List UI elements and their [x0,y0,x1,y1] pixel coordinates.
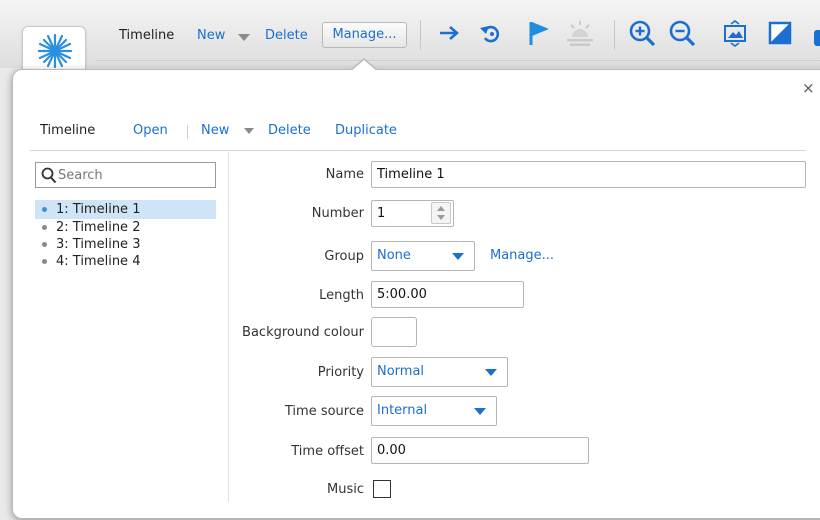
spin-down-icon[interactable] [437,215,445,220]
timeline-list: 1: Timeline 1 2: Timeline 2 3: Timeline … [35,200,216,270]
chevron-down-icon [452,253,464,260]
length-label: Length [319,288,364,303]
toolbar-separator [420,20,421,50]
timeline-item-label: 2: Timeline 2 [56,220,141,235]
bullet-icon [42,259,47,264]
bullet-icon [42,242,47,247]
time-source-select[interactable]: Internal [371,396,497,426]
timeline-item-label: 4: Timeline 4 [56,254,141,269]
sidebar-divider [228,152,229,502]
timeline-item-label: 1: Timeline 1 [56,202,141,217]
timeline-list-item[interactable]: 4: Timeline 4 [35,253,216,270]
timeline-list-item[interactable]: 1: Timeline 1 [35,200,216,219]
group-manage-link[interactable]: Manage... [490,248,554,264]
popup-menu-title: Timeline [40,123,96,138]
duplicate-button[interactable]: Duplicate [335,123,397,139]
bullet-icon [42,207,47,212]
timeline-list-item[interactable]: 2: Timeline 2 [35,219,216,236]
toolbar-manage-button[interactable]: Manage... [322,22,407,48]
toolbar-separator [614,20,615,50]
new-dropdown-icon[interactable] [244,128,254,134]
rotate-left-icon[interactable] [476,18,506,48]
toolbar-section-label: Timeline [119,28,175,43]
background-colour-swatch[interactable] [371,317,417,347]
number-spin-buttons[interactable] [431,202,451,224]
search-box[interactable] [35,162,216,188]
toolbar-delete-button[interactable]: Delete [265,28,308,44]
flag-icon[interactable] [524,18,554,48]
zoom-in-icon[interactable] [627,18,659,50]
group-value: None [377,248,411,263]
starburst-logo-icon [37,33,73,69]
toolbar-divider [96,60,820,61]
main-toolbar: Timeline New Delete Manage... [0,0,820,84]
toolbar-new-button[interactable]: New [197,28,225,44]
menu-divider [30,150,806,151]
fit-to-window-icon[interactable] [720,18,750,48]
open-button[interactable]: Open [133,123,168,139]
time-offset-field[interactable]: 0.00 [371,437,589,464]
right-arrow-icon[interactable] [434,18,464,48]
group-label: Group [324,249,364,264]
spin-up-icon[interactable] [437,206,445,211]
chevron-down-icon [474,408,486,415]
search-input[interactable] [58,165,208,185]
length-field[interactable]: 5:00.00 [371,281,524,308]
music-checkbox[interactable] [373,480,391,498]
music-label: Music [327,482,364,497]
number-label: Number [311,206,364,221]
priority-select[interactable]: Normal [371,357,508,387]
priority-value: Normal [377,364,425,379]
group-select[interactable]: None [371,241,475,271]
chevron-down-icon [485,369,497,376]
search-icon [41,167,57,184]
priority-label: Priority [317,365,364,380]
delete-button[interactable]: Delete [268,123,311,139]
sunrise-icon[interactable] [564,18,596,48]
menu-separator [187,125,188,139]
background-colour-label: Background colour [242,325,364,340]
timeline-item-label: 3: Timeline 3 [56,237,141,252]
time-offset-label: Time offset [291,444,364,459]
timeline-list-item[interactable]: 3: Timeline 3 [35,236,216,253]
zoom-out-icon[interactable] [667,18,699,50]
time-source-label: Time source [284,404,364,419]
number-value: 1 [377,206,386,221]
popup-pointer-inner [351,60,377,71]
toolbar-new-dropdown-icon[interactable] [238,34,250,41]
partial-toolbar-icon[interactable] [806,26,820,52]
bullet-icon [42,225,47,230]
name-field[interactable]: Timeline 1 [371,161,806,188]
time-source-value: Internal [377,403,428,418]
new-button[interactable]: New [201,123,229,139]
close-icon[interactable]: × [802,80,815,96]
name-label: Name [325,167,364,182]
contrast-icon[interactable] [766,18,796,48]
